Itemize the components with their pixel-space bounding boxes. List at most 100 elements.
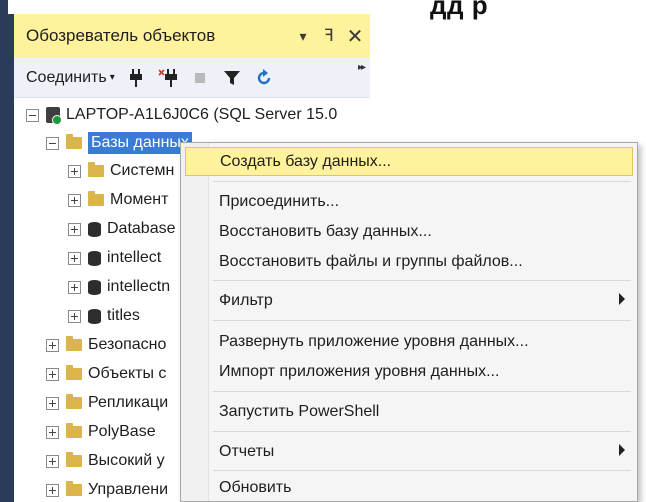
expand-icon[interactable] [46,396,59,410]
connect-label: Соединить [26,68,107,86]
menu-item-filter[interactable]: Фильтр [185,286,633,315]
folder-icon [66,481,82,496]
server-icon [46,107,62,125]
menu-item-deploy-data-tier-app[interactable]: Развернуть приложение уровня данных... [185,327,633,356]
tree-node-replication[interactable]: Репликаци [46,390,168,416]
databases-label: Базы данных [88,132,192,154]
filter-icon[interactable] [221,67,243,89]
collapse-icon[interactable] [46,136,59,150]
tree-node-server-objects[interactable]: Объекты с [46,361,166,387]
close-icon[interactable]: ✕ [342,23,368,49]
menu-item-attach[interactable]: Присоединить... [185,187,633,216]
database-icon [88,279,101,295]
menu-item-restore-files[interactable]: Восстановить файлы и группы файлов... [185,247,633,276]
server-label: LAPTOP-A1L6J0C6 (SQL Server 15.0 [66,106,338,123]
folder-icon [88,191,104,206]
tree-item-label: Управлени [88,481,169,498]
expand-icon[interactable] [68,222,81,236]
folder-icon [66,134,82,149]
connect-plug-icon[interactable] [125,67,147,89]
tree-node-titles[interactable]: titles [68,303,140,329]
tree-item-label: Системн [110,162,175,179]
collapse-icon[interactable] [26,108,39,122]
menu-item-create-database[interactable]: Создать базу данных... [185,147,633,176]
expand-icon[interactable] [68,251,81,265]
menu-item-refresh[interactable]: Обновить [185,473,633,502]
menu-item-import-data-tier-app[interactable]: Импорт приложения уровня данных... [185,357,633,386]
menu-item-label: Обновить [219,478,292,496]
tree-item-label: intellect [107,249,162,266]
tree-node-intellect[interactable]: intellect [68,245,161,271]
expand-icon[interactable] [68,193,81,207]
menu-separator [213,280,631,281]
expand-icon[interactable] [46,483,59,497]
expand-icon[interactable] [46,367,59,381]
stop-icon[interactable] [189,67,211,89]
tree-node-system-databases[interactable]: Системн [68,158,174,184]
expand-icon[interactable] [46,454,59,468]
menu-separator [213,431,631,432]
tree-item-label: Объекты с [88,365,167,382]
tree-node-databases[interactable]: Базы данных [46,130,192,156]
tree-item-label: intellectn [107,278,171,295]
database-icon [88,308,101,324]
tree-item-label: Database [107,220,176,237]
tree-item-label: Репликаци [88,394,169,411]
menu-item-label: Восстановить базу данных... [219,222,432,240]
tree-item-label: Высокий у [88,452,165,469]
tree-node-intellectn[interactable]: intellectn [68,274,170,300]
menu-item-reports[interactable]: Отчеты [185,437,633,466]
tree-node-snapshots[interactable]: Момент [68,187,168,213]
chevron-down-icon[interactable]: ▾ [290,23,316,49]
folder-icon [66,452,82,467]
database-icon [88,250,101,266]
tree-node-database[interactable]: Database [68,216,176,242]
menu-item-label: Импорт приложения уровня данных... [219,362,500,380]
menu-item-label: Отчеты [219,442,275,460]
menu-item-restore-database[interactable]: Восстановить базу данных... [185,217,633,246]
tree-node-polybase[interactable]: PolyBase [46,419,156,445]
context-menu: Создать базу данных... Присоединить... В… [180,142,638,502]
pin-icon[interactable]: ꟻ [316,23,342,49]
tree-item-label: titles [107,307,140,324]
connect-button[interactable]: Соединить ▾ [26,69,115,87]
menu-separator [213,181,631,182]
menu-item-label: Восстановить файлы и группы файлов... [219,252,523,270]
database-icon [88,221,101,237]
folder-icon [66,365,82,380]
expand-icon[interactable] [68,164,81,178]
expand-icon[interactable] [46,425,59,439]
tree-node-security[interactable]: Безопасно [46,332,166,358]
tree-node-management[interactable]: Управлени [46,477,168,502]
object-explorer-titlebar: Обозреватель объектов ▾ ꟻ ✕ [14,14,370,58]
expand-icon[interactable] [46,338,59,352]
folder-icon [66,423,82,438]
panel-title: Обозреватель объектов [26,26,216,45]
disconnect-plug-icon[interactable] [157,67,179,89]
submenu-arrow-icon [619,444,625,456]
expand-icon[interactable] [68,309,81,323]
menu-item-label: Запустить PowerShell [219,402,380,420]
expand-icon[interactable] [68,280,81,294]
folder-icon [66,394,82,409]
submenu-arrow-icon [619,293,625,305]
tree-item-label: Момент [110,191,169,208]
background-heading-fragment: дд р [430,0,489,20]
object-explorer-toolbar: Соединить ▾ ▸▸ [14,58,370,98]
refresh-icon[interactable] [253,67,275,89]
menu-separator [213,320,631,321]
chevron-down-icon: ▾ [109,72,115,83]
menu-separator [213,391,631,392]
window-frame-left [0,0,8,502]
tree-item-label: PolyBase [88,423,156,440]
toolbar-overflow-icon[interactable]: ▸▸ [358,62,366,73]
menu-item-start-powershell[interactable]: Запустить PowerShell [185,397,633,426]
tree-node-server[interactable]: LAPTOP-A1L6J0C6 (SQL Server 15.0 [26,102,337,128]
tree-node-high-availability[interactable]: Высокий у [46,448,165,474]
menu-item-label: Создать базу данных... [220,152,392,170]
menu-item-label: Присоединить... [219,192,340,210]
tree-item-label: Безопасно [88,336,167,353]
menu-separator [213,470,631,471]
menu-item-label: Развернуть приложение уровня данных... [219,332,529,350]
folder-icon [66,336,82,351]
